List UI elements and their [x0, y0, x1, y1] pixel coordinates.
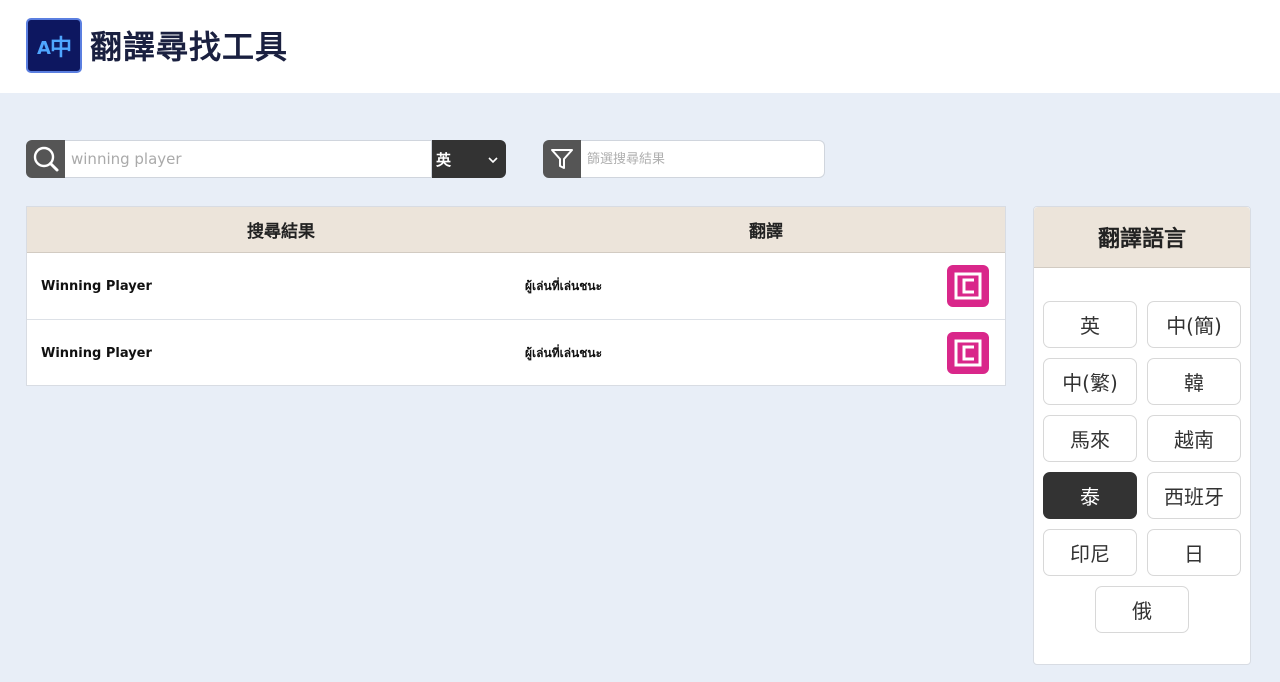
- language-button-ms[interactable]: 馬來: [1043, 415, 1137, 462]
- language-button-th[interactable]: 泰: [1043, 472, 1137, 519]
- language-button-zh-traditional[interactable]: 中(繁): [1043, 358, 1137, 405]
- language-button-es[interactable]: 西班牙: [1147, 472, 1241, 519]
- table-row: Winning Player ผู้เล่นที่เล่นชนะ: [27, 253, 1005, 320]
- copy-icon: [954, 339, 982, 367]
- column-header-source: 搜尋結果: [247, 222, 315, 242]
- language-button-vi[interactable]: 越南: [1147, 415, 1241, 462]
- language-grid: 英 中(簡) 中(繁) 韓 馬來 越南 泰 西班牙 印尼 日 俄: [1043, 301, 1243, 633]
- language-panel-title: 翻譯語言: [1034, 207, 1250, 268]
- search-icon[interactable]: [26, 140, 65, 178]
- results-header: 搜尋結果 翻譯: [27, 207, 1005, 253]
- translation-text: ผู้เล่นที่เล่นชนะ: [525, 278, 603, 293]
- column-header-translation: 翻譯: [749, 222, 783, 242]
- language-button-ru[interactable]: 俄: [1095, 586, 1189, 633]
- translation-language-panel: 翻譯語言 英 中(簡) 中(繁) 韓 馬來 越南 泰 西班牙 印尼 日 俄: [1033, 206, 1251, 665]
- chevron-down-icon: [488, 150, 498, 168]
- copy-button[interactable]: [947, 265, 989, 307]
- translation-text: ผู้เล่นที่เล่นชนะ: [525, 346, 603, 360]
- source-text: Winning Player: [41, 278, 152, 294]
- language-button-ko[interactable]: 韓: [1147, 358, 1241, 405]
- language-button-ja[interactable]: 日: [1147, 529, 1241, 576]
- filter-icon[interactable]: [543, 140, 581, 178]
- source-language-select[interactable]: 英: [432, 140, 506, 178]
- copy-button[interactable]: [947, 332, 989, 374]
- results-table: 搜尋結果 翻譯 Winning Player ผู้เล่นที่เล่นชนะ…: [26, 206, 1006, 386]
- language-button-zh-simplified[interactable]: 中(簡): [1147, 301, 1241, 348]
- app-title: 翻譯尋找工具: [90, 28, 289, 66]
- filter-bar: [543, 140, 825, 178]
- filter-input[interactable]: [581, 140, 825, 178]
- language-button-en[interactable]: 英: [1043, 301, 1137, 348]
- source-text: Winning Player: [41, 346, 152, 361]
- top-bar: A中 翻譯尋找工具: [0, 0, 1280, 93]
- search-bar: 英: [26, 140, 506, 178]
- search-input[interactable]: [65, 140, 432, 178]
- app-logo: A中: [26, 18, 82, 73]
- copy-icon: [954, 272, 982, 300]
- source-language-value: 英: [436, 150, 452, 169]
- language-button-id[interactable]: 印尼: [1043, 529, 1137, 576]
- table-row: Winning Player ผู้เล่นที่เล่นชนะ: [27, 320, 1005, 387]
